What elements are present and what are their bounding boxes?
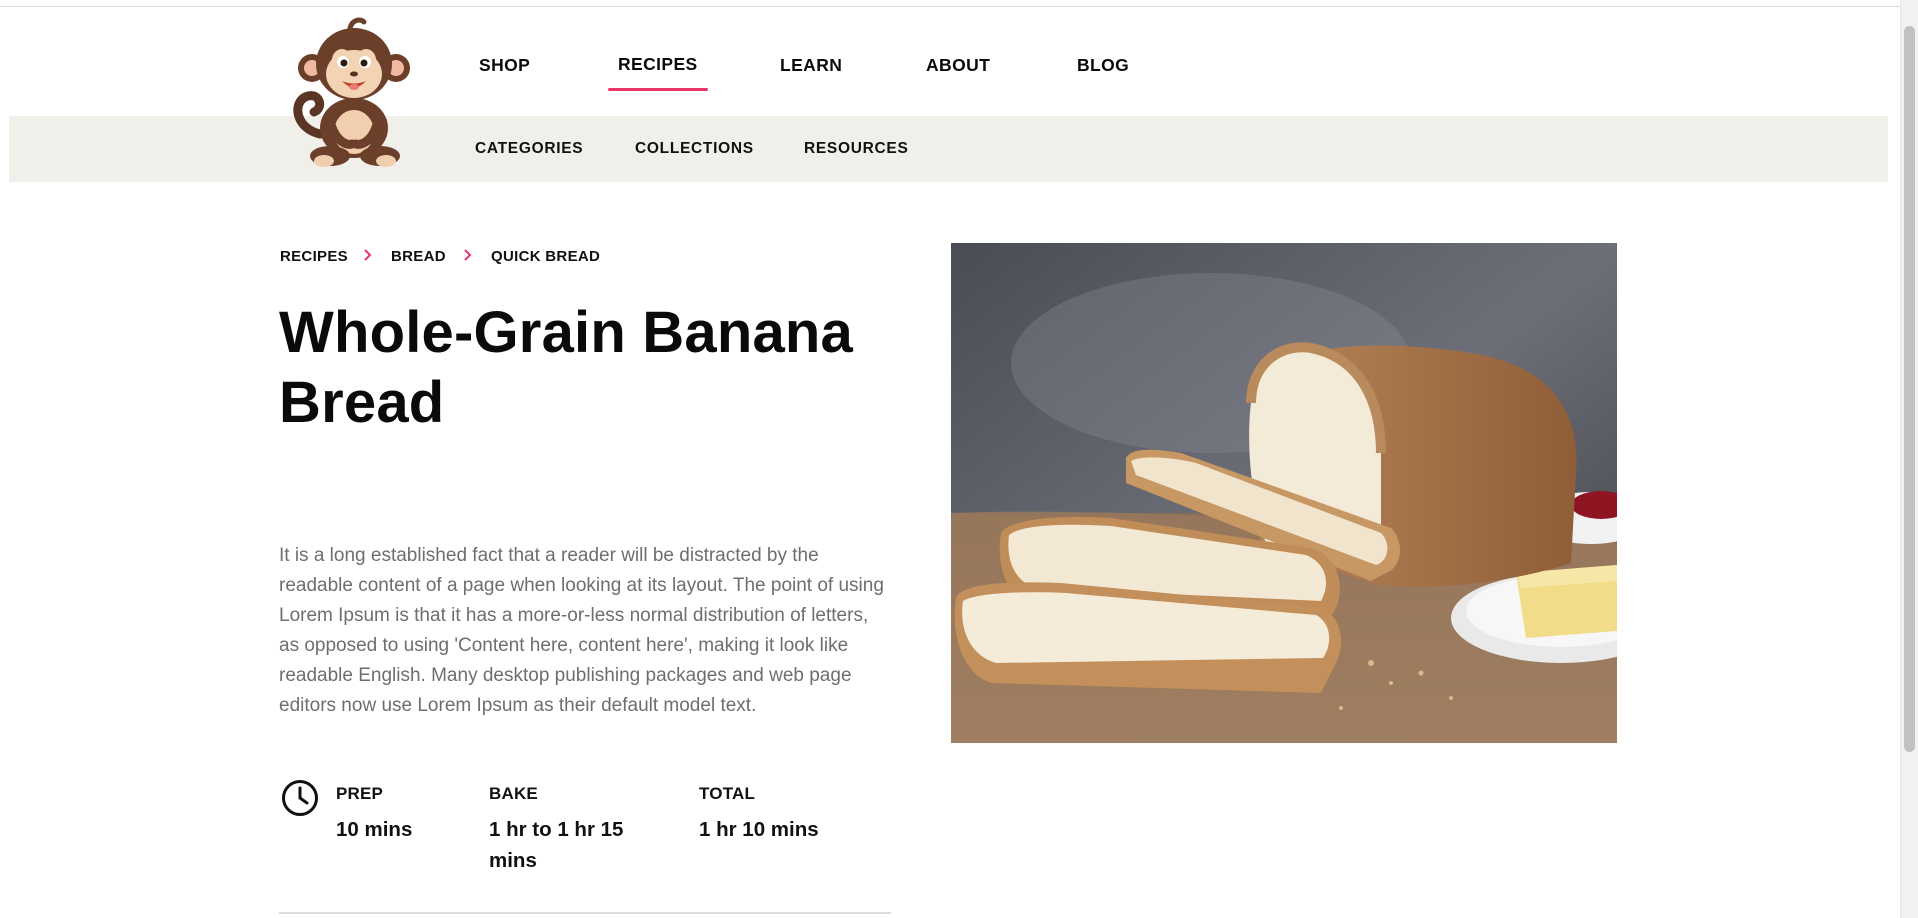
nav-shop[interactable]: SHOP [479,55,530,76]
total-label: TOTAL [699,784,756,803]
nav-about[interactable]: ABOUT [926,55,990,76]
nav-recipes[interactable]: RECIPES [608,54,708,91]
prep-label: PREP [336,784,384,803]
monkey-logo[interactable] [290,16,414,168]
bread-loaf-image [951,243,1617,743]
nav-learn[interactable]: LEARN [780,55,842,76]
nav-blog[interactable]: BLOG [1077,55,1129,76]
breadcrumb-bread[interactable]: BREAD [391,248,446,265]
section-divider [279,912,891,914]
top-border [0,0,1918,7]
subnav-collections[interactable]: COLLECTIONS [635,140,754,158]
page-title: Whole-Grain Banana Bread [279,300,853,435]
vertical-scrollbar[interactable] [1900,0,1918,918]
breadcrumb-recipes[interactable]: RECIPES [280,248,348,265]
bake-label: BAKE [489,784,538,803]
subnav-resources[interactable]: RESOURCES [804,140,908,158]
chevron-right-icon [364,249,372,261]
clock-icon [282,780,318,816]
breadcrumb-quick-bread[interactable]: QUICK BREAD [491,248,600,265]
chevron-right-icon [464,249,472,261]
scrollbar-thumb[interactable] [1904,26,1915,752]
recipe-description: It is a long established fact that a rea… [279,545,884,716]
subnav-categories[interactable]: CATEGORIES [475,140,583,158]
bake-value: 1 hr to 1 hr 15 mins [489,818,624,872]
total-value: 1 hr 10 mins [699,818,819,841]
prep-value: 10 mins [336,818,413,841]
